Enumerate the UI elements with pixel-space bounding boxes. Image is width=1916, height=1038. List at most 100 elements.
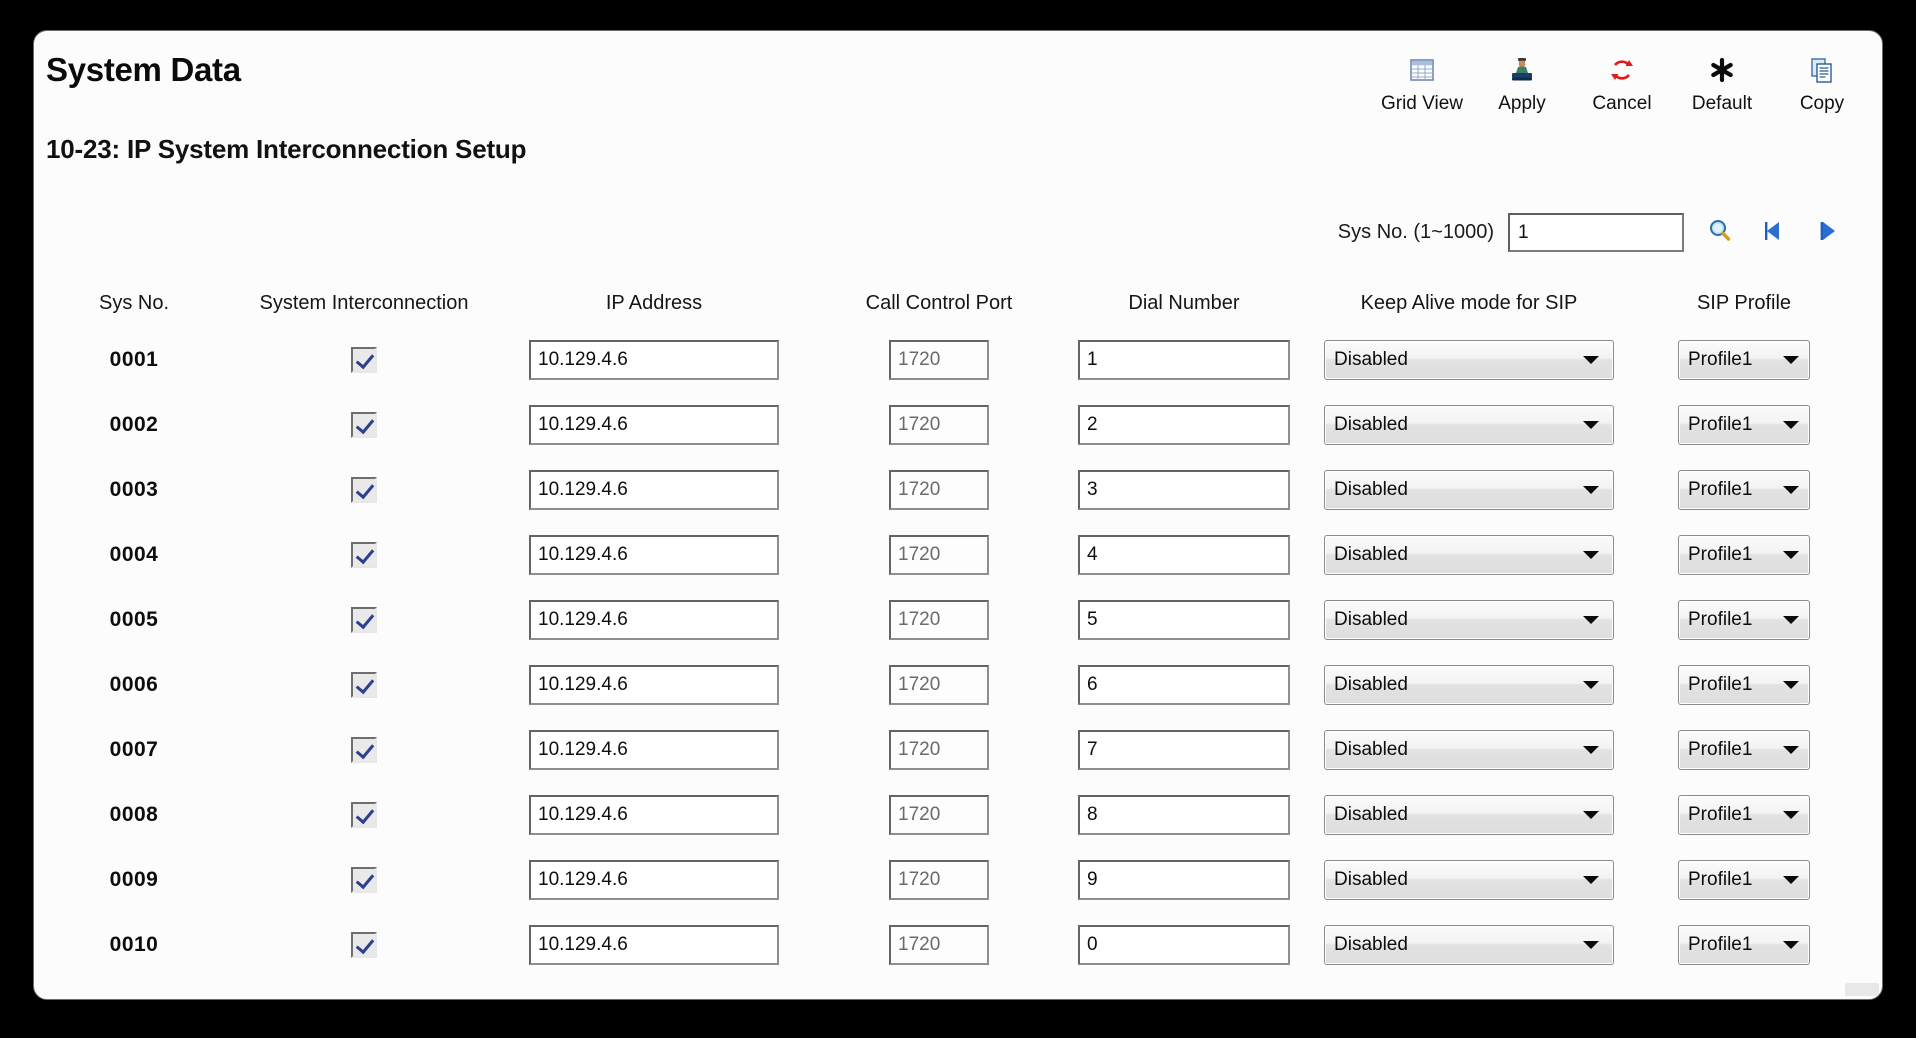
keep-alive-value: Disabled xyxy=(1334,348,1408,370)
keep-alive-mode-select[interactable]: Disabled xyxy=(1324,859,1614,900)
keep-alive-mode-select[interactable]: Disabled xyxy=(1324,599,1614,640)
ip-address-input[interactable] xyxy=(529,339,779,380)
call-control-port-input[interactable] xyxy=(889,534,989,575)
call-control-port-input[interactable] xyxy=(889,664,989,705)
copy-button[interactable]: Copy xyxy=(1772,43,1872,115)
dial-number-input[interactable] xyxy=(1078,339,1290,380)
ip-address-input[interactable] xyxy=(529,599,779,640)
system-interconnection-checkbox[interactable] xyxy=(351,411,377,438)
dial-number-input[interactable] xyxy=(1078,794,1290,835)
ip-address-input[interactable] xyxy=(529,729,779,770)
dial-number-input[interactable] xyxy=(1078,599,1290,640)
chevron-down-icon xyxy=(1783,615,1799,624)
table-body: 0001 Disabled Profile1 0002 Disabled Profile1… xyxy=(34,327,1882,977)
ip-address-input[interactable] xyxy=(529,859,779,900)
dial-number-input[interactable] xyxy=(1078,729,1290,770)
header-sip-profile: SIP Profile xyxy=(1696,291,1792,314)
sip-profile-select[interactable]: Profile1 xyxy=(1678,339,1810,380)
system-interconnection-checkbox[interactable] xyxy=(351,476,377,503)
keep-alive-mode-select[interactable]: Disabled xyxy=(1324,664,1614,705)
sip-profile-value: Profile1 xyxy=(1688,738,1753,760)
previous-record-button[interactable] xyxy=(1752,215,1796,251)
dial-number-input[interactable] xyxy=(1078,469,1290,510)
sip-profile-select[interactable]: Profile1 xyxy=(1678,729,1810,770)
next-arrow-icon xyxy=(1813,216,1843,249)
cell-sys-no: 0005 xyxy=(109,607,159,631)
sys-no-search-bar: Sys No. (1~1000) xyxy=(1338,213,1850,252)
system-interconnection-checkbox[interactable] xyxy=(351,931,377,958)
keep-alive-mode-select[interactable]: Disabled xyxy=(1324,924,1614,965)
keep-alive-mode-select[interactable]: Disabled xyxy=(1324,469,1614,510)
call-control-port-input[interactable] xyxy=(889,729,989,770)
search-go-button[interactable] xyxy=(1698,215,1742,251)
system-interconnection-checkbox[interactable] xyxy=(351,541,377,568)
chevron-down-icon xyxy=(1783,420,1799,429)
call-control-port-input[interactable] xyxy=(889,599,989,640)
chevron-down-icon xyxy=(1783,680,1799,689)
system-interconnection-checkbox[interactable] xyxy=(351,736,377,763)
sip-profile-value: Profile1 xyxy=(1688,348,1753,370)
sip-profile-select[interactable]: Profile1 xyxy=(1678,469,1810,510)
dial-number-input[interactable] xyxy=(1078,859,1290,900)
ip-address-input[interactable] xyxy=(529,534,779,575)
apply-button[interactable]: Apply xyxy=(1472,43,1572,115)
sip-profile-select[interactable]: Profile1 xyxy=(1678,534,1810,575)
header-call-control-port: Call Control Port xyxy=(865,291,1013,314)
dial-number-input[interactable] xyxy=(1078,404,1290,445)
chevron-down-icon xyxy=(1783,940,1799,949)
default-button[interactable]: Default xyxy=(1672,43,1772,115)
chevron-down-icon xyxy=(1583,810,1599,819)
cell-sys-no: 0007 xyxy=(109,737,159,761)
dial-number-input[interactable] xyxy=(1078,924,1290,965)
sys-no-input[interactable] xyxy=(1508,213,1684,252)
copy-label: Copy xyxy=(1799,93,1845,114)
ip-address-input[interactable] xyxy=(529,924,779,965)
sip-profile-select[interactable]: Profile1 xyxy=(1678,599,1810,640)
ip-address-input[interactable] xyxy=(529,404,779,445)
ip-address-input[interactable] xyxy=(529,469,779,510)
sip-profile-select[interactable]: Profile1 xyxy=(1678,664,1810,705)
keep-alive-mode-select[interactable]: Disabled xyxy=(1324,339,1614,380)
sip-profile-select[interactable]: Profile1 xyxy=(1678,404,1810,445)
grid-view-icon xyxy=(1407,51,1437,89)
page-subtitle: 10-23: IP System Interconnection Setup xyxy=(46,134,527,164)
sip-profile-select[interactable]: Profile1 xyxy=(1678,794,1810,835)
cell-sys-no: 0004 xyxy=(109,542,159,566)
keep-alive-mode-select[interactable]: Disabled xyxy=(1324,534,1614,575)
horizontal-scrollbar[interactable] xyxy=(1845,983,1879,996)
cancel-button[interactable]: Cancel xyxy=(1572,43,1672,115)
system-interconnection-checkbox[interactable] xyxy=(351,801,377,828)
chevron-down-icon xyxy=(1583,355,1599,364)
cell-sys-no: 0008 xyxy=(109,802,159,826)
header-system-interconnection: System Interconnection xyxy=(259,291,469,314)
dial-number-input[interactable] xyxy=(1078,664,1290,705)
previous-arrow-icon xyxy=(1759,216,1789,249)
system-interconnection-checkbox[interactable] xyxy=(351,671,377,698)
call-control-port-input[interactable] xyxy=(889,469,989,510)
magnifier-icon xyxy=(1705,216,1735,249)
keep-alive-mode-select[interactable]: Disabled xyxy=(1324,729,1614,770)
next-record-button[interactable] xyxy=(1806,215,1850,251)
interconnection-table: Sys No. System Interconnection IP Addres… xyxy=(34,279,1882,977)
table-row: 0003 Disabled Profile1 xyxy=(34,457,1882,522)
keep-alive-mode-select[interactable]: Disabled xyxy=(1324,794,1614,835)
system-interconnection-checkbox[interactable] xyxy=(351,606,377,633)
ip-address-input[interactable] xyxy=(529,664,779,705)
grid-view-button[interactable]: Grid View xyxy=(1372,43,1472,115)
call-control-port-input[interactable] xyxy=(889,924,989,965)
table-row: 0010 Disabled Profile1 xyxy=(34,912,1882,977)
sip-profile-select[interactable]: Profile1 xyxy=(1678,859,1810,900)
dial-number-input[interactable] xyxy=(1078,534,1290,575)
keep-alive-mode-select[interactable]: Disabled xyxy=(1324,404,1614,445)
keep-alive-value: Disabled xyxy=(1334,608,1408,630)
call-control-port-input[interactable] xyxy=(889,404,989,445)
system-interconnection-checkbox[interactable] xyxy=(351,346,377,373)
call-control-port-input[interactable] xyxy=(889,794,989,835)
chevron-down-icon xyxy=(1783,550,1799,559)
system-interconnection-checkbox[interactable] xyxy=(351,866,377,893)
call-control-port-input[interactable] xyxy=(889,859,989,900)
call-control-port-input[interactable] xyxy=(889,339,989,380)
sip-profile-select[interactable]: Profile1 xyxy=(1678,924,1810,965)
sys-no-label: Sys No. (1~1000) xyxy=(1337,221,1494,243)
ip-address-input[interactable] xyxy=(529,794,779,835)
